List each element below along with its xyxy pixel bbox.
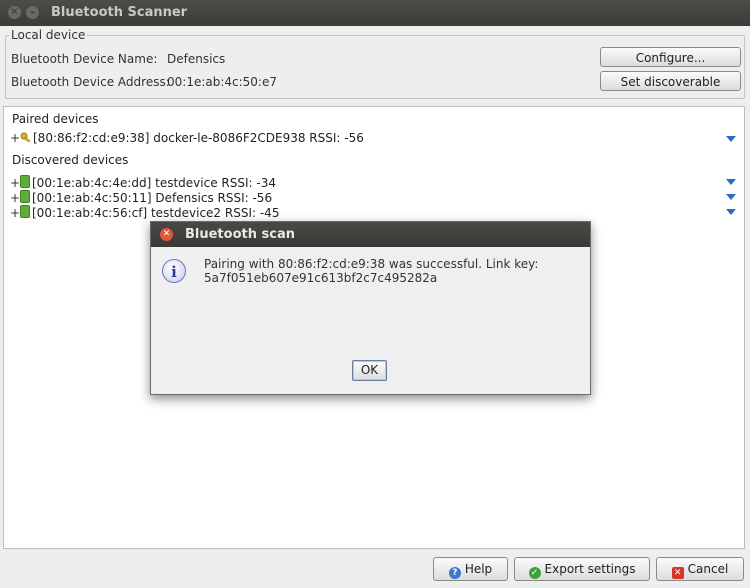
- expand-plus-icon[interactable]: +: [10, 176, 20, 190]
- local-device-legend: Local device: [9, 28, 88, 42]
- list-item[interactable]: + [00:1e:ab:4c:50:11] Defensics RSSI: -56: [10, 190, 272, 205]
- cancel-label: Cancel: [687, 562, 729, 576]
- dialog-title-bar: ✕ Bluetooth scan: [151, 222, 590, 247]
- device-name-label: Bluetooth Device Name:: [11, 52, 158, 66]
- help-button[interactable]: ? Help: [433, 557, 508, 581]
- device-name-value: Defensics: [167, 52, 226, 66]
- export-settings-button[interactable]: ✓ Export settings: [514, 557, 650, 581]
- window-title: Bluetooth Scanner: [51, 5, 188, 20]
- expand-arrow-icon[interactable]: [726, 136, 736, 142]
- list-item[interactable]: + [00:1e:ab:4c:4e:dd] testdevice RSSI: -3…: [10, 175, 276, 190]
- expand-arrow-icon[interactable]: [726, 194, 736, 200]
- dialog-message-line1: Pairing with 80:86:f2:cd:e9:38 was succe…: [204, 257, 539, 271]
- cancel-icon: ✕: [671, 567, 684, 579]
- help-label: Help: [464, 562, 493, 576]
- bluetooth-scan-dialog: ✕ Bluetooth scan i Pairing with 80:86:f2…: [150, 221, 591, 395]
- list-item[interactable]: + [00:1e:ab:4c:56:cf] testdevice2 RSSI: -…: [10, 205, 279, 220]
- expand-arrow-icon[interactable]: [726, 179, 736, 185]
- minimize-icon[interactable]: –: [26, 6, 39, 19]
- discovered-device-label: [00:1e:ab:4c:4e:dd] testdevice RSSI: -34: [32, 176, 276, 190]
- check-icon: ✓: [528, 567, 541, 579]
- device-address-label: Bluetooth Device Address:: [11, 75, 170, 89]
- paired-device-label: [80:86:f2:cd:e9:38] docker-le-8086F2CDE9…: [33, 131, 364, 145]
- close-icon[interactable]: ✕: [8, 6, 21, 19]
- device-icon: [20, 175, 30, 188]
- list-item[interactable]: + [80:86:f2:cd:e9:38] docker-le-8086F2CDE…: [10, 131, 364, 145]
- title-bar: ✕ – Bluetooth Scanner: [0, 0, 750, 26]
- expand-plus-icon[interactable]: +: [10, 131, 20, 145]
- dialog-title: Bluetooth scan: [185, 227, 295, 242]
- configure-button[interactable]: Configure...: [600, 47, 741, 67]
- set-discoverable-button[interactable]: Set discoverable: [600, 71, 741, 91]
- info-icon: i: [162, 259, 186, 283]
- cancel-button[interactable]: ✕ Cancel: [656, 557, 744, 581]
- export-label: Export settings: [544, 562, 636, 576]
- discovered-device-label: [00:1e:ab:4c:56:cf] testdevice2 RSSI: -4…: [32, 206, 280, 220]
- device-icon: [20, 205, 30, 218]
- expand-plus-icon[interactable]: +: [10, 191, 20, 205]
- expand-plus-icon[interactable]: +: [10, 206, 20, 220]
- discovered-device-label: [00:1e:ab:4c:50:11] Defensics RSSI: -56: [32, 191, 273, 205]
- paired-devices-heading: Paired devices: [12, 112, 99, 126]
- device-icon: [20, 190, 30, 203]
- close-icon[interactable]: ✕: [160, 228, 173, 241]
- dialog-message-line2: 5a7f051eb607e91c613bf2c7c495282a: [204, 271, 438, 285]
- ok-button[interactable]: OK: [352, 360, 387, 381]
- device-address-value: 00:1e:ab:4c:50:e7: [167, 75, 277, 89]
- key-icon: [20, 132, 31, 143]
- expand-arrow-icon[interactable]: [726, 209, 736, 215]
- dialog-message: Pairing with 80:86:f2:cd:e9:38 was succe…: [204, 257, 574, 285]
- help-icon: ?: [448, 567, 461, 579]
- discovered-devices-heading: Discovered devices: [12, 153, 129, 167]
